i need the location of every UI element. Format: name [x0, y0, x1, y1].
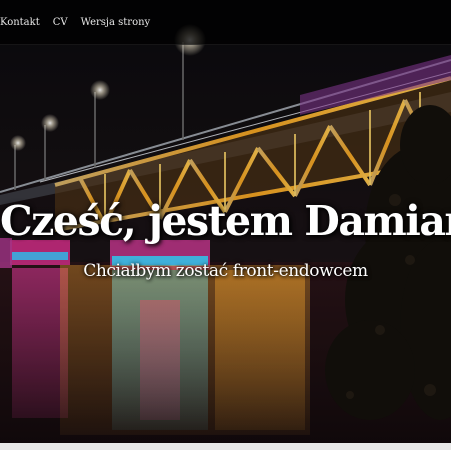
bottom-scroll-edge	[0, 443, 451, 450]
page: Kontakt CV Wersja strony Cześć, jestem D…	[0, 0, 451, 450]
nav-link-cv[interactable]: CV	[53, 17, 68, 28]
hero-title: Cześć, jestem Damian	[0, 197, 451, 245]
top-navbar: Kontakt CV Wersja strony	[0, 0, 451, 45]
hero-subtitle: Chciałbym zostać front-endowcem	[83, 261, 368, 281]
nav-link-kontakt[interactable]: Kontakt	[0, 17, 40, 28]
nav-link-wersja-strony[interactable]: Wersja strony	[81, 17, 151, 28]
